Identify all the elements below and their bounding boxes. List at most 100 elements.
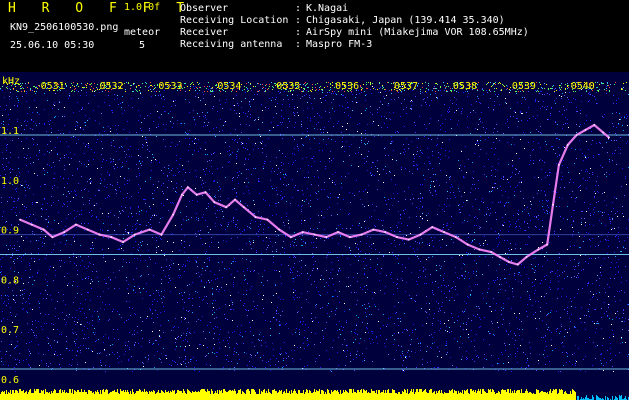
noise-pixel	[85, 278, 86, 279]
noise-pixel	[567, 249, 568, 250]
noise-pixel	[90, 251, 91, 252]
noise-pixel	[449, 332, 450, 333]
noise-pixel	[323, 338, 324, 339]
noise-pixel	[117, 95, 118, 96]
noise-pixel	[41, 208, 42, 209]
noise-pixel	[517, 126, 518, 127]
noise-pixel	[552, 350, 553, 351]
noise-pixel	[75, 317, 76, 318]
noise-pixel	[415, 352, 416, 353]
noise-pixel	[76, 257, 77, 258]
noise-pixel	[250, 271, 251, 272]
noise-pixel	[585, 261, 586, 262]
noise-pixel	[317, 113, 318, 114]
noise-pixel	[248, 190, 249, 191]
noise-pixel	[301, 267, 302, 268]
noise-pixel	[384, 123, 385, 124]
noise-pixel	[535, 318, 536, 319]
noise-pixel	[498, 159, 499, 160]
noise-pixel	[467, 116, 468, 117]
noise-pixel	[371, 167, 372, 168]
noise-pixel	[585, 342, 586, 343]
noise-pixel	[524, 209, 525, 210]
noise-pixel	[361, 142, 362, 143]
noise-pixel	[250, 331, 251, 332]
noise-pixel	[434, 313, 435, 314]
noise-pixel	[41, 360, 42, 361]
noise-pixel	[102, 213, 103, 214]
noise-pixel	[210, 88, 211, 89]
noise-pixel	[189, 138, 190, 139]
noise-pixel	[359, 355, 360, 356]
noise-pixel	[125, 229, 126, 230]
noise-pixel	[63, 203, 64, 204]
noise-pixel	[276, 313, 277, 314]
noise-pixel	[376, 271, 377, 272]
noise-pixel	[10, 312, 11, 313]
noise-pixel	[612, 123, 613, 124]
noise-pixel	[562, 176, 563, 177]
noise-pixel	[29, 303, 30, 304]
noise-pixel	[254, 213, 255, 214]
noise-pixel	[150, 310, 151, 311]
noise-pixel	[606, 362, 607, 363]
noise-pixel	[301, 239, 302, 240]
noise-pixel	[119, 288, 120, 289]
noise-pixel	[604, 302, 605, 303]
noise-pixel	[596, 202, 597, 203]
noise-pixel	[112, 112, 113, 113]
noise-pixel	[205, 125, 206, 126]
noise-pixel	[242, 143, 243, 144]
noise-pixel	[586, 211, 587, 212]
noise-pixel	[266, 346, 267, 347]
noise-pixel	[260, 142, 261, 143]
noise-pixel	[529, 297, 530, 298]
noise-pixel	[608, 304, 609, 305]
noise-pixel	[332, 108, 333, 109]
noise-pixel	[518, 121, 519, 122]
noise-pixel	[198, 151, 199, 152]
noise-pixel	[10, 245, 11, 246]
noise-pixel	[349, 213, 350, 214]
noise-pixel	[279, 333, 280, 334]
noise-pixel	[51, 323, 52, 324]
noise-pixel	[500, 260, 501, 261]
noise-pixel	[409, 335, 410, 336]
noise-pixel	[482, 274, 483, 275]
noise-pixel	[508, 231, 509, 232]
noise-pixel	[620, 149, 621, 150]
noise-pixel	[560, 317, 561, 318]
noise-pixel	[44, 93, 45, 94]
noise-pixel	[159, 236, 160, 237]
noise-pixel	[428, 90, 429, 91]
noise-pixel	[64, 235, 65, 236]
noise-pixel	[512, 172, 513, 173]
noise-pixel	[256, 308, 257, 309]
noise-pixel	[460, 165, 461, 166]
noise-pixel	[127, 183, 128, 184]
noise-pixel	[288, 265, 289, 266]
noise-pixel	[62, 116, 63, 117]
noise-pixel	[338, 225, 339, 226]
noise-pixel	[243, 143, 244, 144]
noise-pixel	[621, 251, 622, 252]
noise-pixel	[198, 272, 199, 273]
noise-pixel	[44, 174, 45, 175]
noise-pixel	[245, 203, 246, 204]
noise-pixel	[103, 127, 104, 128]
noise-pixel	[37, 144, 38, 145]
noise-pixel	[442, 209, 443, 210]
noise-pixel	[535, 270, 536, 271]
noise-pixel	[607, 236, 608, 237]
noise-pixel	[620, 300, 621, 301]
noise-pixel	[483, 339, 484, 340]
meta-row-observer: Observer : K.Nagai	[0, 3, 629, 15]
noise-pixel	[184, 123, 185, 124]
noise-pixel	[114, 146, 115, 147]
noise-pixel	[450, 357, 451, 358]
noise-pixel	[521, 177, 522, 178]
noise-pixel	[249, 101, 250, 102]
noise-pixel	[140, 115, 141, 116]
noise-pixel	[181, 292, 182, 293]
noise-pixel	[276, 310, 277, 311]
